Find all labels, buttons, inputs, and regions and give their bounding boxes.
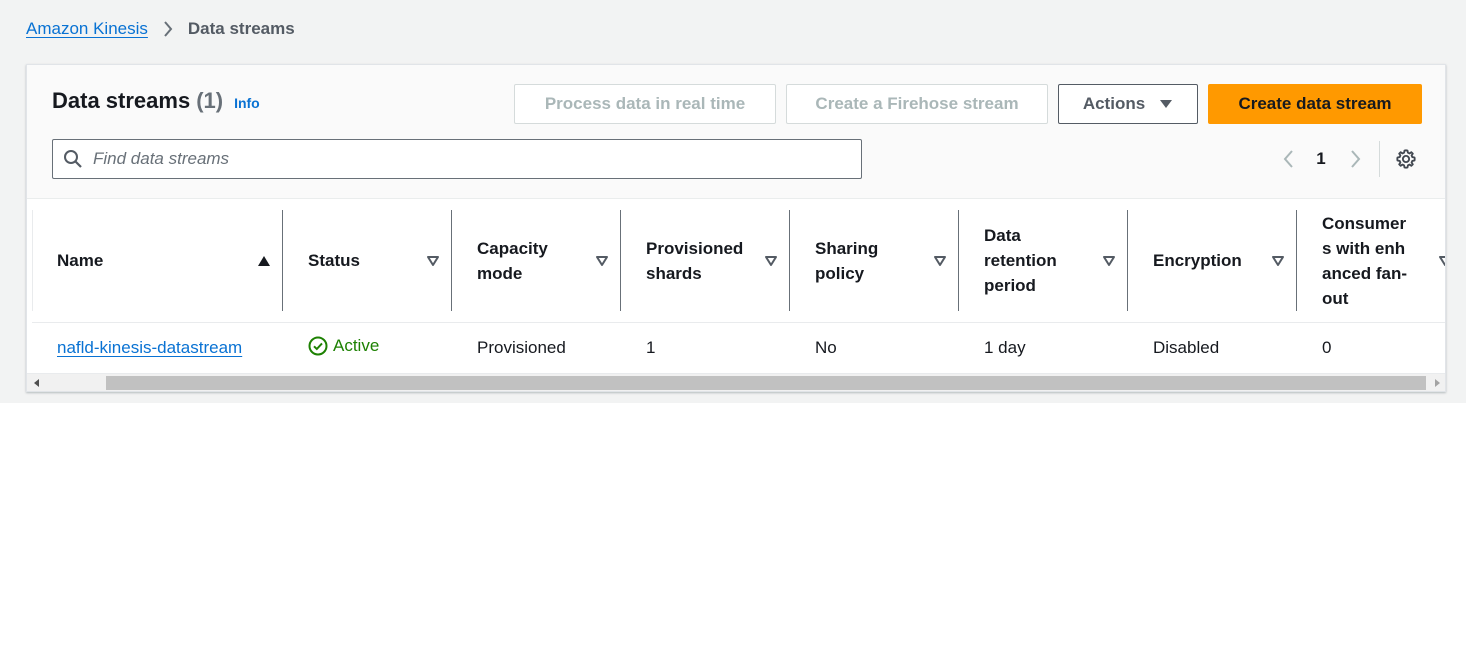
create-data-stream-button[interactable]: Create data stream bbox=[1208, 84, 1422, 124]
data-streams-table: Name Status Capacity mode Provisioned sh… bbox=[32, 199, 1445, 374]
scrollbar-thumb[interactable] bbox=[106, 376, 1426, 390]
process-data-button[interactable]: Process data in real time bbox=[514, 84, 776, 124]
caret-down-icon bbox=[1159, 99, 1173, 109]
cell-retention: 1 day bbox=[984, 338, 1026, 358]
table-container: Name Status Capacity mode Provisioned sh… bbox=[27, 199, 1445, 374]
gear-icon[interactable] bbox=[1393, 145, 1419, 173]
page-title: Data streams (1) Info bbox=[52, 88, 260, 114]
content-background: Amazon Kinesis Data streams Data streams… bbox=[0, 0, 1466, 403]
column-header-name[interactable]: Name bbox=[32, 199, 283, 323]
cell-encryption: Disabled bbox=[1153, 338, 1220, 358]
cell-name: nafld-kinesis-datastream bbox=[32, 323, 283, 374]
cell-sharing-policy: No bbox=[815, 338, 837, 358]
table-header-row: Name Status Capacity mode Provisioned sh… bbox=[32, 199, 1445, 323]
scroll-right-icon[interactable] bbox=[1427, 374, 1445, 391]
breadcrumb: Amazon Kinesis Data streams bbox=[26, 17, 295, 41]
actions-label: Actions bbox=[1082, 94, 1146, 113]
column-header-status[interactable]: Status bbox=[283, 199, 452, 323]
column-label: Capacity mode bbox=[477, 238, 548, 283]
column-header-sharing-policy[interactable]: Sharing policy bbox=[790, 199, 959, 323]
search-icon bbox=[53, 140, 93, 178]
chevron-right-icon bbox=[148, 17, 188, 41]
stream-name-link[interactable]: nafld-kinesis-datastream bbox=[57, 338, 242, 357]
table-row: nafld-kinesis-datastream Active Provisio… bbox=[32, 322, 1445, 374]
column-divider bbox=[32, 210, 33, 311]
sort-icon bbox=[1271, 255, 1285, 267]
title-text: Data streams bbox=[52, 88, 191, 113]
column-header-provisioned-shards[interactable]: Provisioned shards bbox=[621, 199, 790, 323]
column-label: Encryption bbox=[1153, 251, 1242, 270]
status-indicator: Active bbox=[308, 336, 379, 356]
sort-icon bbox=[933, 255, 947, 267]
column-header-data-retention[interactable]: Data retention period bbox=[959, 199, 1128, 323]
sort-icon bbox=[1102, 255, 1116, 267]
column-header-consumers[interactable]: Consumers with enhanced fan-out bbox=[1297, 199, 1445, 323]
chevron-left-icon[interactable] bbox=[1277, 145, 1299, 173]
column-header-capacity-mode[interactable]: Capacity mode bbox=[452, 199, 621, 323]
search-input[interactable] bbox=[93, 144, 833, 174]
cell-capacity-mode: Provisioned bbox=[477, 338, 566, 358]
pager-divider bbox=[1379, 141, 1380, 177]
horizontal-scrollbar[interactable] bbox=[27, 373, 1445, 391]
column-label: Consumers with enhanced fan-out bbox=[1322, 213, 1408, 308]
cell-provisioned-shards: 1 bbox=[646, 338, 656, 358]
cell-status: Active bbox=[283, 323, 452, 374]
column-label: Data retention period bbox=[984, 226, 1057, 295]
column-label: Status bbox=[308, 251, 360, 270]
cell-consumers: 0 bbox=[1322, 338, 1332, 358]
scroll-left-icon[interactable] bbox=[27, 374, 47, 391]
sort-icon bbox=[595, 255, 609, 267]
stream-count: (1) bbox=[196, 88, 224, 113]
current-page-number[interactable]: 1 bbox=[1309, 145, 1333, 173]
sort-icon bbox=[426, 255, 440, 267]
status-text: Active bbox=[333, 335, 380, 355]
info-link[interactable]: Info bbox=[234, 95, 260, 111]
breadcrumb-link-amazon-kinesis[interactable]: Amazon Kinesis bbox=[26, 19, 148, 39]
sort-icon bbox=[764, 255, 778, 267]
actions-dropdown[interactable]: Actions bbox=[1058, 84, 1198, 124]
sort-ascending-icon bbox=[257, 255, 271, 267]
breadcrumb-current: Data streams bbox=[187, 19, 295, 38]
chevron-right-icon[interactable] bbox=[1345, 145, 1367, 173]
search-box[interactable] bbox=[52, 139, 862, 179]
column-label: Sharing policy bbox=[815, 238, 879, 283]
data-streams-panel: Data streams (1) Info Process data in re… bbox=[26, 64, 1446, 392]
check-circle-icon bbox=[308, 336, 333, 356]
column-label: Name bbox=[57, 251, 104, 270]
create-firehose-button[interactable]: Create a Firehose stream bbox=[786, 84, 1048, 124]
column-label: Provisioned shards bbox=[646, 238, 744, 283]
sort-icon bbox=[1438, 255, 1445, 267]
panel-header: Data streams (1) Info Process data in re… bbox=[27, 65, 1445, 199]
column-header-encryption[interactable]: Encryption bbox=[1128, 199, 1297, 323]
